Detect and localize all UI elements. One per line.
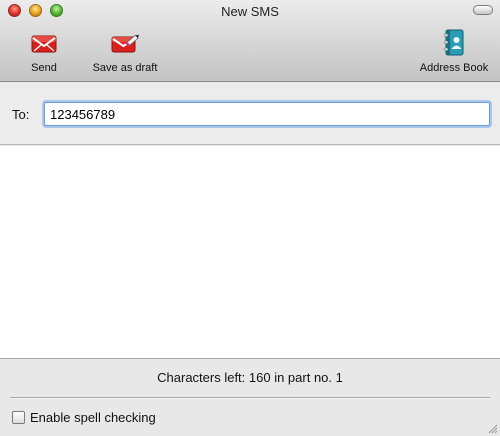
save-as-draft-button[interactable]: Save as draft <box>87 28 163 74</box>
characters-left-text: Characters left: 160 in part no. 1 <box>157 370 343 385</box>
save-as-draft-label: Save as draft <box>92 62 158 74</box>
toolbar-toggle-button[interactable] <box>473 5 493 15</box>
window-title: New SMS <box>221 4 279 19</box>
save-draft-icon <box>111 34 140 53</box>
send-button[interactable]: Send <box>24 28 64 74</box>
spell-check-option[interactable]: Enable spell checking <box>12 410 156 425</box>
address-book-label: Address Book <box>419 62 489 74</box>
new-sms-window: New SMS Send Save as draft Address Book … <box>0 0 500 436</box>
recipient-bar: To: <box>0 83 500 145</box>
resize-grip-icon[interactable] <box>487 423 498 434</box>
to-label: To: <box>12 107 30 122</box>
send-message-icon <box>31 35 57 53</box>
spell-check-label: Enable spell checking <box>30 410 156 425</box>
address-book-icon <box>443 29 464 56</box>
address-book-button[interactable]: Address Book <box>413 28 495 74</box>
toolbar: New SMS Send Save as draft Address Book <box>0 0 500 82</box>
divider <box>10 397 490 399</box>
message-body-field[interactable] <box>0 146 500 358</box>
send-label: Send <box>31 62 57 74</box>
spell-check-checkbox[interactable] <box>12 411 25 424</box>
recipient-field[interactable] <box>44 102 490 126</box>
status-bar: Characters left: 160 in part no. 1 Enabl… <box>0 358 500 436</box>
